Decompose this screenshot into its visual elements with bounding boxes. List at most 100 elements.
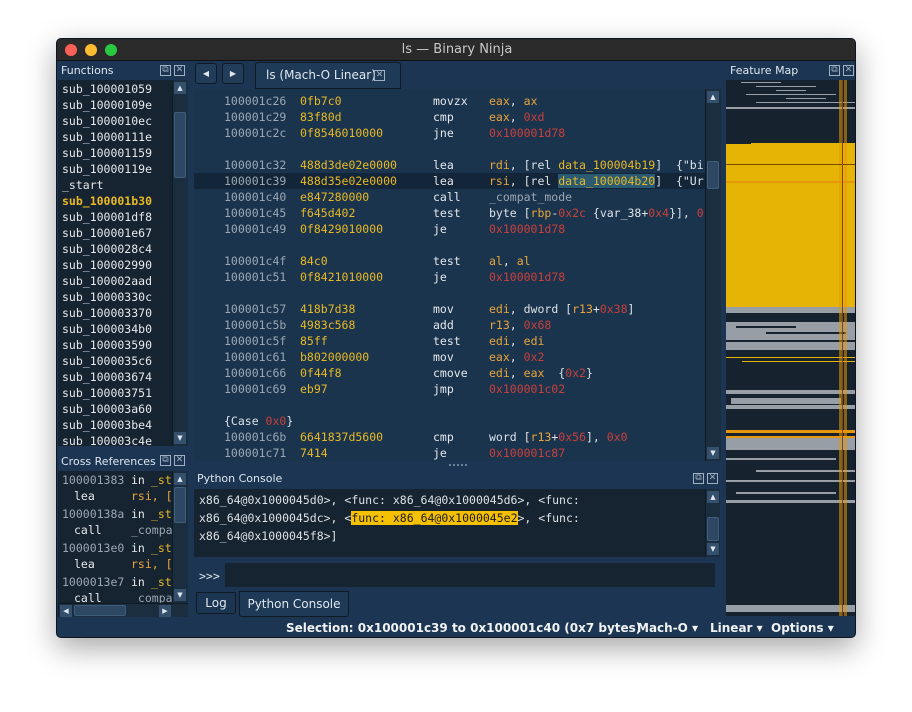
undock-icon[interactable]: ⧉: [160, 65, 171, 76]
tab-log[interactable]: Log: [196, 592, 236, 614]
feature-map-segment: [736, 492, 836, 494]
instruction-line[interactable]: 100001c29 83f80d cmp eax, 0xd: [194, 109, 706, 125]
function-item[interactable]: sub_100001159: [62, 146, 152, 160]
function-item[interactable]: sub_1000034b0: [62, 322, 152, 336]
function-item[interactable]: sub_10000109e: [62, 98, 152, 112]
function-item[interactable]: sub_100001b30: [62, 194, 152, 208]
functions-scrollbar[interactable]: ▲ ▼: [172, 80, 188, 446]
function-item[interactable]: sub_100001059: [62, 82, 152, 96]
xref-function[interactable]: _st: [151, 575, 172, 589]
scroll-down-button[interactable]: ▼: [174, 589, 186, 601]
view-type-menu[interactable]: Mach-O ▾: [637, 621, 698, 635]
xref-address[interactable]: 1000013e0: [62, 541, 124, 555]
function-item[interactable]: sub_1000010ec: [62, 114, 152, 128]
scroll-up-button[interactable]: ▲: [174, 82, 186, 94]
function-item[interactable]: sub_100001e67: [62, 226, 152, 240]
xref-function[interactable]: _st: [151, 507, 172, 521]
view-mode-menu[interactable]: Linear ▾: [710, 621, 763, 635]
instruction-line[interactable]: 100001c26 0fb7c0 movzx eax, ax: [194, 93, 706, 109]
code-scrollbar[interactable]: ▲ ▼: [705, 89, 721, 461]
instruction-line[interactable]: 100001c4f 84c0 test al, al: [194, 253, 706, 269]
function-item[interactable]: sub_100003674: [62, 370, 152, 384]
console-input[interactable]: [225, 563, 715, 587]
function-item[interactable]: sub_10000119e: [62, 162, 152, 176]
function-item[interactable]: sub_100003c4e: [62, 434, 152, 446]
case-label[interactable]: {Case 0x0}: [194, 413, 706, 429]
scroll-right-button[interactable]: ▶: [159, 605, 171, 617]
tab-linear-view[interactable]: ls (Mach-O Linear) ✕: [255, 62, 401, 89]
splitter-handle[interactable]: [449, 464, 467, 466]
instruction-line[interactable]: 100001c66 0f44f8 cmove edi, eax {0x2}: [194, 365, 706, 381]
scroll-thumb[interactable]: [707, 517, 719, 541]
xref-address[interactable]: 100001383: [62, 473, 124, 487]
scroll-down-button[interactable]: ▼: [174, 432, 186, 444]
close-icon[interactable]: ✕: [174, 65, 185, 76]
close-icon[interactable]: ✕: [174, 455, 185, 466]
back-button[interactable]: ◀: [195, 63, 217, 84]
instruction-line[interactable]: 100001c6b 6641837d5600 cmp word [r13+0x56],…: [194, 429, 706, 445]
scroll-down-button[interactable]: ▼: [707, 447, 719, 459]
close-icon[interactable]: ✕: [843, 65, 854, 76]
function-item[interactable]: sub_100001df8: [62, 210, 152, 224]
undock-icon[interactable]: ⧉: [160, 455, 171, 466]
instruction-line[interactable]: 100001c61 b802000000 mov eax, 0x2: [194, 349, 706, 365]
instruction-line[interactable]: 100001c57 418b7d38 mov edi, dword [r13+0x38…: [194, 301, 706, 317]
function-item[interactable]: sub_100003751: [62, 386, 152, 400]
function-item[interactable]: sub_1000035c6: [62, 354, 152, 368]
scroll-up-button[interactable]: ▲: [707, 91, 719, 103]
xref-address[interactable]: 10000138a: [62, 507, 124, 521]
symbol-link[interactable]: data_100004b20: [558, 174, 656, 188]
scroll-thumb[interactable]: [707, 161, 719, 189]
scroll-thumb[interactable]: [74, 605, 126, 616]
function-item[interactable]: sub_10000330c: [62, 290, 152, 304]
xref-function[interactable]: _st: [151, 473, 172, 487]
close-icon[interactable]: ✕: [707, 473, 718, 484]
function-item[interactable]: sub_100003be4: [62, 418, 152, 432]
instruction-line[interactable]: 100001c69 eb97 jmp 0x100001c02: [194, 381, 706, 397]
scroll-down-button[interactable]: ▼: [707, 543, 719, 555]
options-menu[interactable]: Options ▾: [771, 621, 834, 635]
forward-button[interactable]: ▶: [222, 63, 244, 84]
console-scrollbar[interactable]: ▲ ▼: [705, 489, 720, 557]
undock-icon[interactable]: ⧉: [829, 65, 840, 76]
address: 100001c40: [224, 190, 287, 204]
instruction-line[interactable]: 100001c39 488d35e02e0000 lea rsi, [rel data…: [194, 173, 706, 189]
function-item[interactable]: sub_100002990: [62, 258, 152, 272]
close-tab-icon[interactable]: ✕: [374, 70, 385, 81]
undock-icon[interactable]: ⧉: [693, 473, 704, 484]
feature-map[interactable]: [726, 80, 855, 616]
function-item[interactable]: sub_1000028c4: [62, 242, 152, 256]
scroll-up-button[interactable]: ▲: [174, 473, 186, 485]
address: 100001c61: [224, 350, 287, 364]
function-item[interactable]: sub_100003590: [62, 338, 152, 352]
xref-function[interactable]: _st: [151, 541, 172, 555]
instruction-line[interactable]: 100001c71 7414 je 0x100001c87: [194, 445, 706, 461]
function-item[interactable]: sub_10000111e: [62, 130, 152, 144]
xrefs-scrollbar[interactable]: ▲ ▼: [172, 471, 188, 603]
scroll-thumb[interactable]: [174, 487, 186, 523]
function-item[interactable]: sub_100003a60: [62, 402, 152, 416]
instruction-line[interactable]: 100001c51 0f8421010000 je 0x100001d78: [194, 269, 706, 285]
instruction-line[interactable]: 100001c49 0f8429010000 je 0x100001d78: [194, 221, 706, 237]
instruction-line[interactable]: 100001c2c 0f8546010000 jne 0x100001d78: [194, 125, 706, 141]
instruction-line[interactable]: 100001c32 488d3de02e0000 lea rdi, [rel data…: [194, 157, 706, 173]
linear-disassembly-view[interactable]: 100001c26 0fb7c0 movzx eax, ax 100001c29 83f8…: [194, 89, 706, 461]
instruction-line[interactable]: 100001c45 f645d402 test byte [rbp-0x2c {var…: [194, 205, 706, 221]
blank-line[interactable]: [194, 397, 706, 413]
blank-line[interactable]: [194, 141, 706, 157]
scroll-left-button[interactable]: ◀: [60, 605, 72, 617]
function-item[interactable]: sub_100003370: [62, 306, 152, 320]
tab-python-console[interactable]: Python Console: [239, 591, 349, 617]
xref-address[interactable]: 1000013e7: [62, 575, 124, 589]
blank-line[interactable]: [194, 285, 706, 301]
scroll-up-button[interactable]: ▲: [707, 491, 719, 503]
instruction-line[interactable]: 100001c5f 85ff test edi, edi: [194, 333, 706, 349]
xrefs-hscrollbar[interactable]: ◀ ▶: [58, 603, 188, 617]
scroll-thumb[interactable]: [174, 112, 186, 178]
blank-line[interactable]: [194, 237, 706, 253]
function-item[interactable]: _start: [62, 178, 104, 192]
instruction-line[interactable]: 100001c40 e847280000 call _compat_mode: [194, 189, 706, 205]
instruction-line[interactable]: 100001c5b 4983c568 add r13, 0x68: [194, 317, 706, 333]
function-item[interactable]: sub_100002aad: [62, 274, 152, 288]
symbol-link[interactable]: data_100004b19: [558, 158, 655, 172]
